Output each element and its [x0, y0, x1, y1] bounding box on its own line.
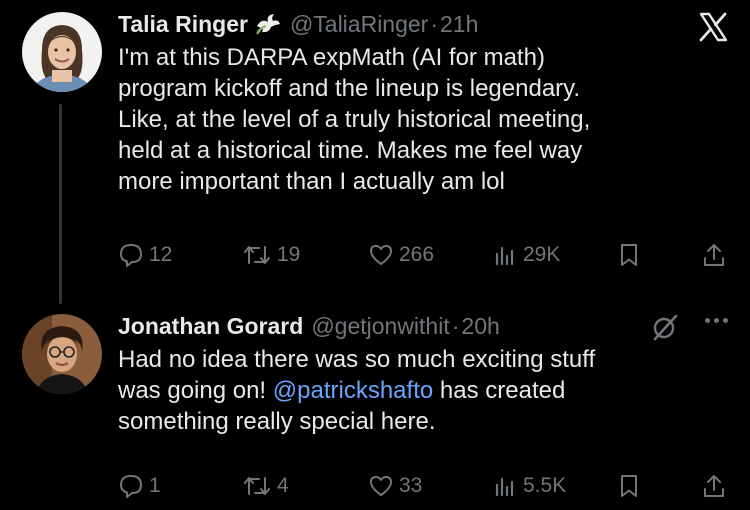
dove-icon — [254, 12, 282, 36]
repost-icon — [244, 246, 270, 264]
separator-dot: · — [430, 10, 439, 37]
tweet-text-segment: was going on! — [118, 377, 273, 404]
thread-view: Talia Ringer @TaliaRinger · 21h I'm at t… — [0, 0, 750, 510]
views-button[interactable]: 5.5K — [492, 471, 566, 501]
user-handle[interactable]: @getjonwithit — [311, 313, 449, 340]
repost-button[interactable]: 19 — [242, 240, 300, 270]
avatar[interactable] — [22, 314, 102, 394]
reply-icon — [120, 244, 142, 267]
tweet[interactable]: Talia Ringer @TaliaRinger · 21h I'm at t… — [118, 8, 736, 197]
avatar[interactable] — [22, 12, 102, 92]
reply-count: 12 — [149, 243, 173, 266]
display-name[interactable]: Talia Ringer — [118, 11, 248, 38]
bookmark-button[interactable] — [618, 240, 640, 270]
share-icon — [704, 475, 724, 497]
grok-icon[interactable] — [650, 312, 680, 347]
tweet-text-line: Had no idea there was so much exciting s… — [118, 346, 596, 373]
heart-icon — [370, 245, 392, 265]
tweet-text: I'm at this DARPA expMath (AI for math) … — [118, 42, 736, 197]
views-button[interactable]: 29K — [492, 240, 560, 270]
reply-count: 1 — [149, 474, 161, 497]
repost-count: 4 — [277, 474, 289, 497]
views-icon — [495, 477, 514, 497]
tweet-text: Had no idea there was so much exciting s… — [118, 344, 736, 437]
reply-button[interactable]: 1 — [118, 471, 161, 501]
thread-connector — [59, 104, 62, 304]
tweet-text-line: held at a historical time. Makes me feel… — [118, 137, 583, 164]
timestamp[interactable]: 20h — [461, 313, 499, 340]
like-button[interactable]: 33 — [368, 471, 422, 501]
action-bar: 12 19 266 29K — [118, 240, 728, 270]
timestamp[interactable]: 21h — [440, 11, 478, 38]
heart-icon — [370, 476, 392, 496]
mention-link[interactable]: @patrickshafto — [273, 377, 433, 404]
display-name[interactable]: Jonathan Gorard — [118, 313, 303, 340]
share-button[interactable] — [702, 240, 726, 270]
repost-button[interactable]: 4 — [242, 471, 289, 501]
like-count: 33 — [399, 474, 423, 497]
like-count: 266 — [399, 243, 435, 266]
views-icon — [495, 246, 514, 266]
views-count: 29K — [523, 243, 561, 266]
tweet-header: Jonathan Gorard @getjonwithit · 20h — [118, 310, 736, 342]
share-icon — [704, 244, 724, 266]
reply-button[interactable]: 12 — [118, 240, 172, 270]
reply-icon — [120, 475, 142, 498]
tweet-text-line: I'm at this DARPA expMath (AI for math) — [118, 44, 545, 71]
tweet-text-line: Like, at the level of a truly historical… — [118, 106, 591, 133]
repost-count: 19 — [277, 243, 301, 266]
bookmark-button[interactable] — [618, 471, 640, 501]
tweet-text-line: something really special here. — [118, 408, 436, 435]
more-options-icon[interactable] — [705, 318, 728, 323]
share-button[interactable] — [702, 471, 726, 501]
bookmark-icon — [621, 244, 637, 266]
separator-dot: · — [451, 312, 460, 339]
tweet-text-line: more important than I actually am lol — [118, 168, 505, 195]
tweet-text-line: program kickoff and the lineup is legend… — [118, 75, 581, 102]
action-bar: 1 4 33 5.5K — [118, 471, 728, 501]
bookmark-icon — [621, 475, 637, 497]
user-handle[interactable]: @TaliaRinger — [290, 11, 428, 38]
tweet-text-line: was going on! @patrickshafto has created — [118, 375, 736, 406]
like-button[interactable]: 266 — [368, 240, 434, 270]
views-count: 5.5K — [523, 474, 567, 497]
tweet[interactable]: Jonathan Gorard @getjonwithit · 20h Had … — [118, 310, 736, 437]
tweet-text-segment: has created — [433, 377, 566, 404]
repost-icon — [244, 477, 270, 495]
tweet-header: Talia Ringer @TaliaRinger · 21h — [118, 8, 736, 40]
